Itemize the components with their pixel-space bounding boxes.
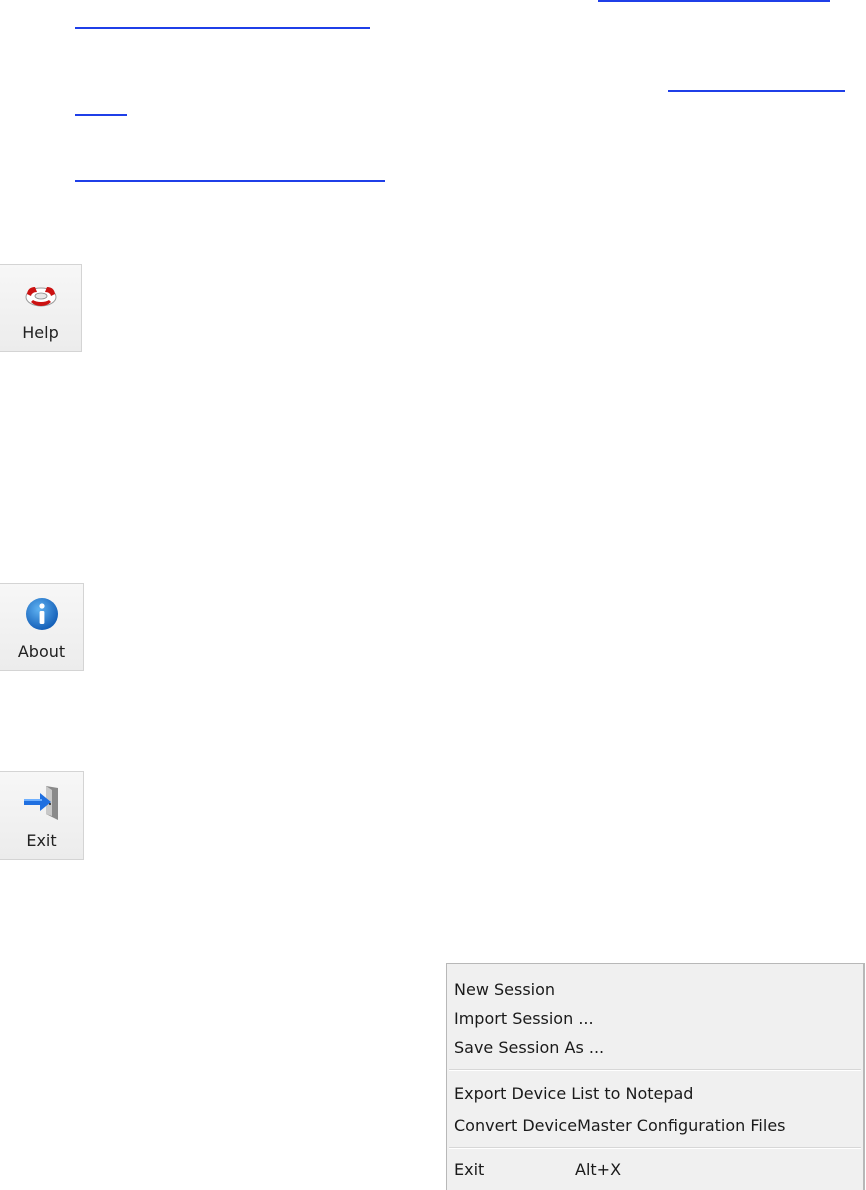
- about-button[interactable]: About: [0, 583, 84, 671]
- menu-separator: [449, 1147, 861, 1149]
- help-button[interactable]: Help: [0, 264, 82, 352]
- menu-item-save-session-as[interactable]: Save Session As ...: [454, 1038, 604, 1057]
- menu-separator: [449, 1069, 861, 1071]
- link-underline-1a[interactable]: [598, 0, 830, 2]
- file-menu: New Session Import Session ... Save Sess…: [446, 963, 865, 1190]
- about-button-label: About: [17, 642, 66, 661]
- menu-item-convert-config-files[interactable]: Convert DeviceMaster Configuration Files: [454, 1116, 786, 1135]
- menu-item-import-session[interactable]: Import Session ...: [454, 1009, 594, 1028]
- link-underline-3[interactable]: [75, 180, 385, 182]
- link-underline-2a[interactable]: [668, 90, 845, 92]
- exit-button-label: Exit: [26, 831, 57, 850]
- lifebuoy-icon: [25, 287, 56, 307]
- menu-item-exit-shortcut: Alt+X: [575, 1160, 622, 1179]
- exit-button[interactable]: Exit: [0, 771, 84, 860]
- help-button-label: Help: [22, 323, 59, 342]
- menu-item-export-device-list[interactable]: Export Device List to Notepad: [454, 1084, 693, 1103]
- menu-item-exit[interactable]: Exit: [454, 1160, 484, 1179]
- exit-door-arrow-icon: [23, 786, 58, 820]
- link-underline-2b[interactable]: [75, 114, 127, 116]
- info-icon: [25, 598, 58, 630]
- menu-item-new-session[interactable]: New Session: [454, 980, 555, 999]
- link-underline-1b[interactable]: [75, 27, 370, 29]
